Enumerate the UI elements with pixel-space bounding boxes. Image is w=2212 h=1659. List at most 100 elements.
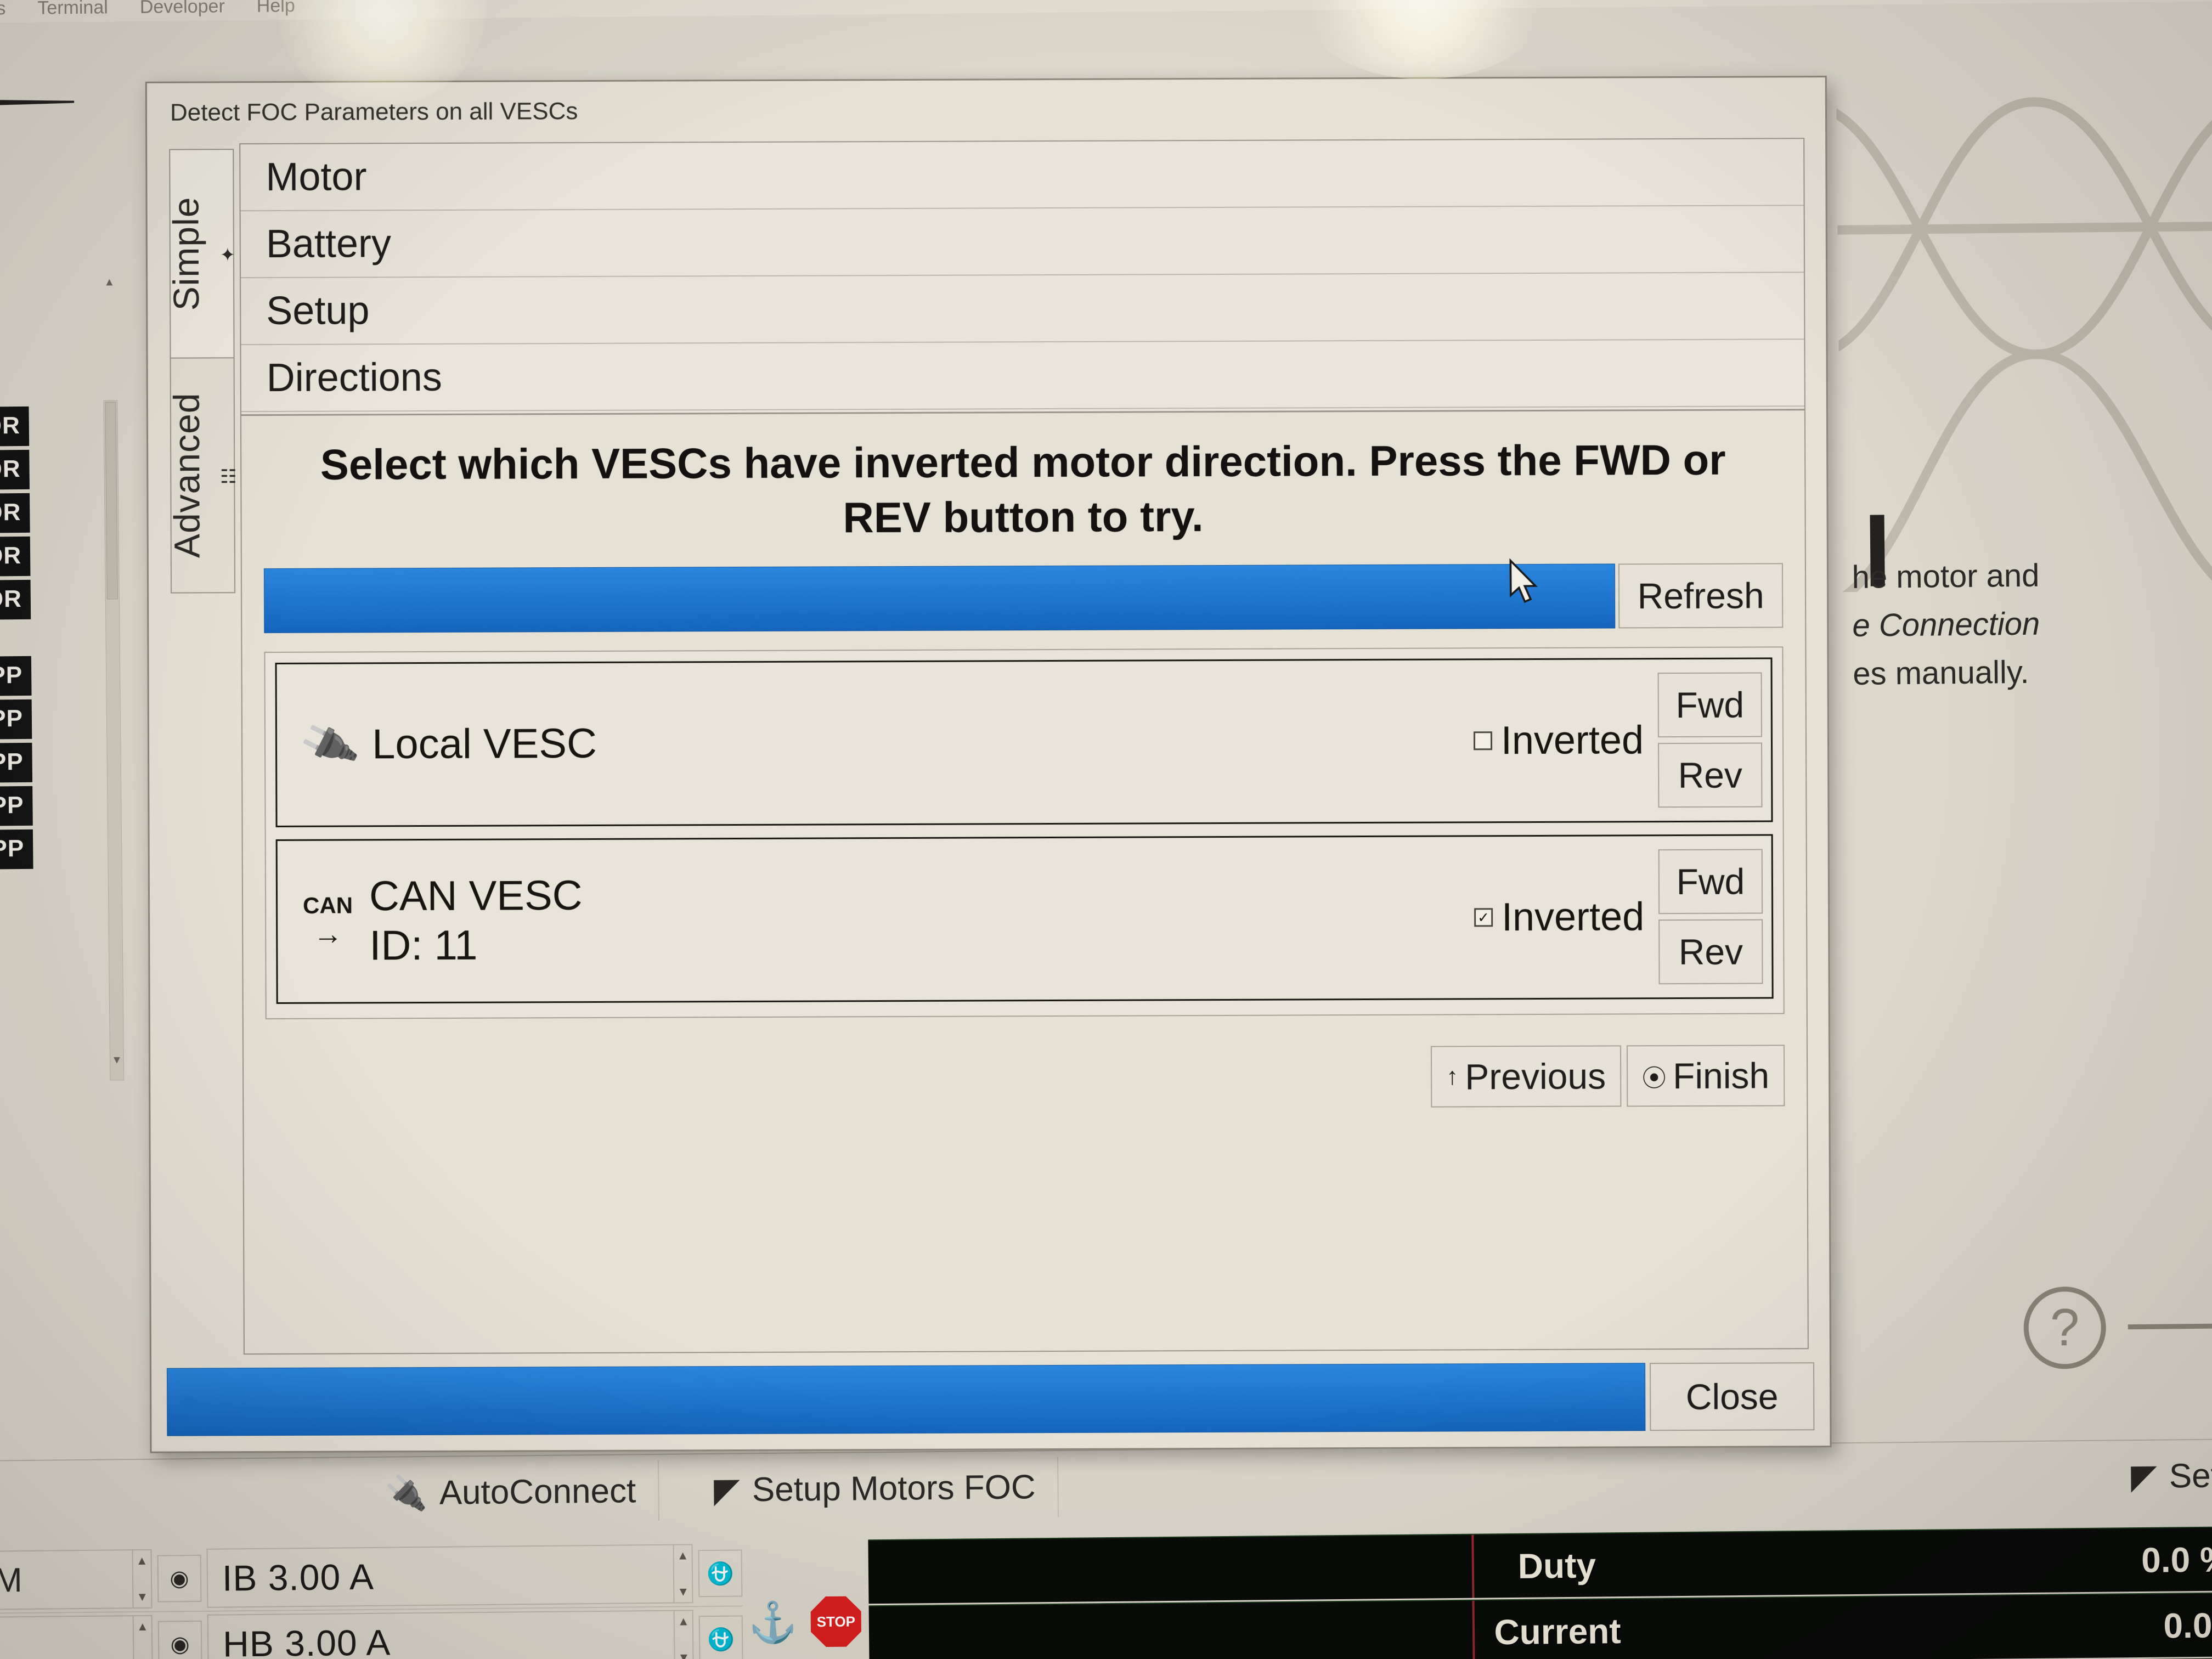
wand-icon: ✦	[217, 242, 238, 265]
sidebar-item-app[interactable]: APP	[0, 742, 33, 783]
refresh-button[interactable]: Refresh	[1618, 563, 1784, 629]
setup-right-label: Setu	[2169, 1456, 2212, 1495]
arrow-up-icon: ↑	[1446, 1063, 1459, 1090]
power-icon[interactable]: ⛎	[698, 1615, 743, 1659]
sidebar-item-motor[interactable]: OTOR	[0, 406, 30, 447]
right-help-line-2: e Connection	[1852, 606, 2040, 644]
wizard-step-directions[interactable]: Directions	[241, 340, 1804, 413]
right-help-text: he motor and e Connection es manually.	[1852, 550, 2212, 698]
checkbox-box[interactable]	[1473, 731, 1492, 750]
wizard-content: Select which VESCs have inverted motor d…	[241, 409, 1808, 1354]
scrollbar-thumb[interactable]	[105, 402, 118, 600]
wizard-icon: ◤	[2130, 1458, 2158, 1496]
detection-progress-bar	[263, 563, 1616, 633]
menu-item-terminal[interactable]: Terminal	[37, 0, 108, 19]
setup-right-button[interactable]: ◤ Setu	[2109, 1445, 2212, 1506]
spinner-stepper[interactable]: ▲▼	[674, 1544, 693, 1604]
current-label: Current	[1494, 1611, 1621, 1652]
sidebar-item-app[interactable]: APP	[0, 699, 32, 740]
can-inverted-checkbox[interactable]: ✓ Inverted	[1474, 894, 1644, 940]
sidebar-item-motor[interactable]: OTOR	[0, 536, 31, 577]
mode-tab-strip: Simple ✦ Advanced ☷	[166, 149, 239, 1289]
current-spinners: M ▲▼ ◉ IB 3.00 A ▲▼ ⛎ ▲▼ ◉ HB 3.00 A ▲▼ …	[0, 1541, 743, 1659]
setup-motors-foc-button[interactable]: ◤ Setup Motors FOC	[691, 1456, 1059, 1521]
spinner-stepper[interactable]: ▲▼	[133, 1549, 153, 1609]
instruction-text: Select which VESCs have inverted motor d…	[320, 435, 1726, 542]
autoconnect-button[interactable]: 🔌 AutoConnect	[362, 1460, 659, 1524]
local-rev-button[interactable]: Rev	[1658, 742, 1763, 808]
sidebar-item-motor[interactable]: OTOR	[0, 579, 31, 620]
telemetry-panel: Duty 0.0 % Current 0.00	[868, 1526, 2212, 1659]
stop-button[interactable]: STOP	[802, 1539, 870, 1659]
unit-prefix-label: M	[0, 1549, 134, 1610]
can-rev-button[interactable]: Rev	[1658, 919, 1763, 984]
unit-prefix-label	[0, 1615, 134, 1659]
play-icon[interactable]: ◉	[157, 1620, 202, 1659]
vesc-identity: 🔌 Local VESC	[296, 713, 597, 775]
check-circle-icon: ⦿	[1642, 1064, 1667, 1092]
setup-motors-label: Setup Motors FOC	[752, 1468, 1036, 1509]
wizard-step-motor[interactable]: Motor	[240, 139, 1804, 212]
can-icon: CAN →	[303, 892, 353, 951]
plug-icon: 🔌	[385, 1474, 428, 1513]
close-button[interactable]: Close	[1649, 1362, 1815, 1431]
can-vesc-id: ID: 11	[369, 922, 478, 969]
checkbox-box-checked[interactable]: ✓	[1474, 907, 1493, 927]
vesc-controls: ✓ Inverted Fwd Rev	[1474, 849, 1763, 985]
vesc-list: 🔌 Local VESC Inverted Fwd Rev CAN → CAN …	[264, 646, 1785, 1019]
refresh-progress-row: Refresh	[263, 563, 1784, 633]
right-help-line-3: es manually.	[1853, 654, 2029, 692]
arrow-right-icon: →	[313, 917, 343, 951]
sidebar-item-motor[interactable]: OTOR	[0, 449, 30, 490]
power-icon[interactable]: ⛎	[698, 1549, 743, 1598]
help-question-icon[interactable]: ?	[2023, 1286, 2107, 1370]
telemetry-row-duty: Duty 0.0 %	[868, 1526, 2212, 1606]
plug-icon: 🔌	[296, 713, 362, 776]
can-direction-buttons: Fwd Rev	[1658, 849, 1763, 984]
app-logo: ool ct.com	[0, 27, 137, 189]
ib-current-value[interactable]: IB 3.00 A	[206, 1544, 675, 1608]
sidebar-scrollbar[interactable]	[103, 400, 125, 1081]
previous-label: Previous	[1465, 1056, 1606, 1097]
menu-item-tools[interactable]: nds	[0, 0, 6, 19]
play-icon[interactable]: ◉	[157, 1554, 202, 1602]
dialog-body: Simple ✦ Advanced ☷ Motor Battery Setup …	[166, 138, 1809, 1355]
sidebar-item-app[interactable]: APP	[0, 656, 32, 697]
wizard-step-list: Motor Battery Setup Directions	[240, 139, 1804, 413]
can-fwd-button[interactable]: Fwd	[1658, 849, 1763, 914]
previous-button[interactable]: ↑ Previous	[1431, 1045, 1622, 1108]
wizard-step-battery[interactable]: Battery	[240, 206, 1804, 279]
spinner-row: ▲▼ ◉ HB 3.00 A ▲▼ ⛎	[0, 1606, 743, 1659]
vesc-tool-screen: nds Terminal Developer Help ool ct.com O…	[0, 0, 2212, 1659]
tab-advanced[interactable]: Advanced ☷	[166, 357, 239, 594]
wizard-step-setup[interactable]: Setup	[241, 273, 1804, 346]
spinner-stepper[interactable]: ▲▼	[133, 1615, 153, 1659]
menu-item-help[interactable]: Help	[257, 0, 295, 16]
status-bar: M ▲▼ ◉ IB 3.00 A ▲▼ ⛎ ▲▼ ◉ HB 3.00 A ▲▼ …	[0, 1526, 2212, 1659]
finish-button[interactable]: ⦿ Finish	[1626, 1045, 1785, 1107]
logo-wordmark: ool	[0, 27, 136, 96]
dialog-progress-bar	[166, 1363, 1646, 1436]
sidebar-item-app[interactable]: APP	[0, 829, 33, 870]
scroll-down-arrow-icon[interactable]: ▼	[110, 1053, 124, 1067]
local-fwd-button[interactable]: Fwd	[1657, 672, 1762, 737]
current-value: 0.00	[2163, 1605, 2212, 1646]
tab-simple[interactable]: Simple ✦	[166, 149, 238, 358]
right-help-line-1: he motor and	[1852, 557, 2040, 595]
duty-value: 0.0 %	[2141, 1539, 2212, 1580]
can-vesc-name-block: CAN VESC ID: 11	[369, 871, 583, 970]
logo-url: ct.com	[0, 148, 137, 189]
anchor-icon[interactable]: ⚓	[742, 1540, 804, 1659]
logo-underline	[0, 98, 74, 108]
scroll-up-arrow-icon[interactable]: ▲	[102, 275, 116, 289]
menu-item-developer[interactable]: Developer	[140, 0, 225, 18]
vesc-identity: CAN → CAN VESC ID: 11	[303, 871, 583, 970]
local-vesc-name: Local VESC	[372, 720, 597, 768]
detect-foc-dialog: Detect FOC Parameters on all VESCs Simpl…	[145, 76, 1832, 1453]
vesc-controls: Inverted Fwd Rev	[1473, 672, 1763, 808]
local-inverted-checkbox[interactable]: Inverted	[1473, 718, 1644, 763]
hb-current-value[interactable]: HB 3.00 A	[207, 1610, 675, 1659]
sidebar-item-app[interactable]: APP	[0, 786, 33, 827]
spinner-stepper[interactable]: ▲▼	[674, 1610, 694, 1659]
sidebar-item-motor[interactable]: OTOR	[0, 493, 30, 534]
